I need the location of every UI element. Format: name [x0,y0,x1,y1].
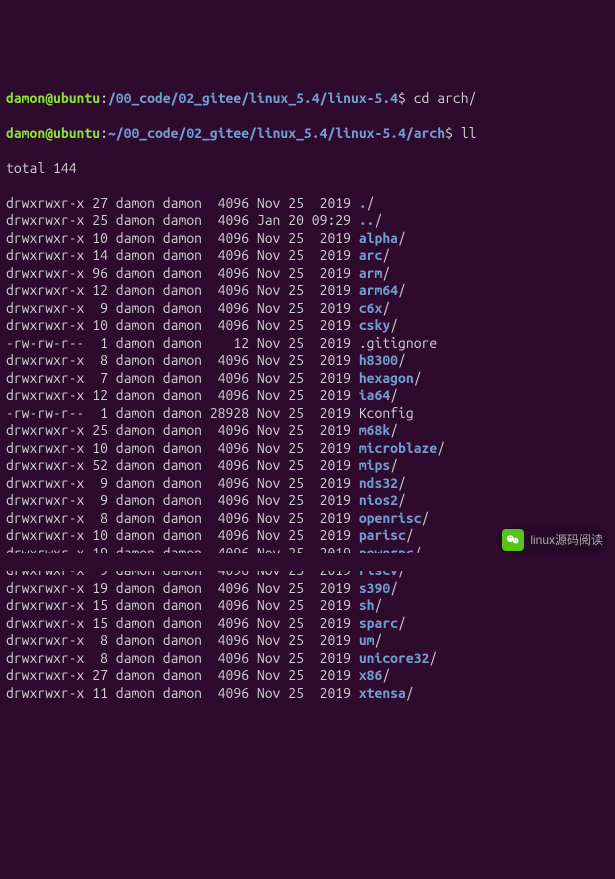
total-line: total 144 [6,160,609,178]
prompt-userhost: damon@ubuntu [6,90,100,106]
dir-name: arm64 [359,282,398,298]
dir-slash: / [398,230,406,246]
dir-name: arm [359,265,383,281]
dir-slash: / [382,667,390,683]
prompt-path-fragment: /00_code/02_gitee/linux_5.4/linux-5.4 [108,90,398,106]
list-item: drwxrwxr-x 10 damon damon 4096 Nov 25 20… [6,317,609,335]
list-item: drwxrwxr-x 7 damon damon 4096 Nov 25 201… [6,370,609,388]
prompt-path: ~/00_code/02_gitee/linux_5.4/linux-5.4/a… [108,125,445,141]
list-item: drwxrwxr-x 15 damon damon 4096 Nov 25 20… [6,615,609,633]
dir-name: unicore32 [359,650,430,666]
list-item: drwxrwxr-x 25 damon damon 4096 Jan 20 09… [6,212,609,230]
dir-slash: / [406,685,414,701]
dir-name: . [359,195,367,211]
dir-slash: / [390,387,398,403]
dir-slash: / [398,475,406,491]
dir-name: hexagon [359,370,414,386]
list-item: drwxrwxr-x 8 damon damon 4096 Nov 25 201… [6,650,609,668]
prompt-userhost: damon@ubuntu [6,125,100,141]
list-item: drwxrwxr-x 8 damon damon 4096 Nov 25 201… [6,510,609,528]
dir-slash: / [398,282,406,298]
dir-name: mips [359,457,390,473]
dir-name: arc [359,247,383,263]
dir-slash: / [398,615,406,631]
list-item: drwxrwxr-x 8 damon damon 4096 Nov 25 201… [6,632,609,650]
watermark: linux源码阅读 [498,527,607,553]
dir-name: um [359,632,375,648]
dir-name: openrisc [359,510,422,526]
command: ll [461,125,477,141]
dir-name: microblaze [359,440,437,456]
list-item: drwxrwxr-x 27 damon damon 4096 Nov 25 20… [6,667,609,685]
file-listing: drwxrwxr-x 27 damon damon 4096 Nov 25 20… [6,195,609,703]
dir-name: csky [359,317,390,333]
dir-name: .. [359,212,375,228]
dir-slash: / [375,212,383,228]
dir-slash: / [422,510,430,526]
list-item: -rw-rw-r-- 1 damon damon 28928 Nov 25 20… [6,405,609,423]
dir-slash: / [437,440,445,456]
dir-slash: / [375,597,383,613]
list-item: drwxrwxr-x 14 damon damon 4096 Nov 25 20… [6,247,609,265]
dir-name: ia64 [359,387,390,403]
dir-slash: / [398,352,406,368]
list-item: drwxrwxr-x 12 damon damon 4096 Nov 25 20… [6,387,609,405]
dir-name: h8300 [359,352,398,368]
list-item: drwxrwxr-x 10 damon damon 4096 Nov 25 20… [6,440,609,458]
list-item: drwxrwxr-x 9 damon damon 4096 Nov 25 201… [6,475,609,493]
list-item: drwxrwxr-x 96 damon damon 4096 Nov 25 20… [6,265,609,283]
bottom-cutoff [0,553,615,571]
list-item: drwxrwxr-x 12 damon damon 4096 Nov 25 20… [6,282,609,300]
list-item: drwxrwxr-x 19 damon damon 4096 Nov 25 20… [6,580,609,598]
list-item: drwxrwxr-x 11 damon damon 4096 Nov 25 20… [6,685,609,703]
watermark-text: linux源码阅读 [530,533,603,548]
dir-slash: / [414,370,422,386]
terminal[interactable]: damon@ubuntu:/00_code/02_gitee/linux_5.4… [0,70,615,722]
dir-name: nios2 [359,492,398,508]
dir-slash: / [406,527,414,543]
dir-slash: / [382,247,390,263]
list-item: drwxrwxr-x 27 damon damon 4096 Nov 25 20… [6,195,609,213]
prev-command: cd arch/ [414,90,477,106]
list-item: drwxrwxr-x 9 damon damon 4096 Nov 25 201… [6,492,609,510]
dir-slash: / [382,300,390,316]
dir-name: xtensa [359,685,406,701]
dir-name: s390 [359,580,390,596]
list-item: drwxrwxr-x 9 damon damon 4096 Nov 25 201… [6,300,609,318]
file-name: Kconfig [359,405,414,421]
wechat-icon [502,529,524,551]
dir-name: alpha [359,230,398,246]
list-item: drwxrwxr-x 15 damon damon 4096 Nov 25 20… [6,597,609,615]
dir-slash: / [367,195,375,211]
list-item: drwxrwxr-x 8 damon damon 4096 Nov 25 201… [6,352,609,370]
dir-name: nds32 [359,475,398,491]
dir-slash: / [429,650,437,666]
dir-name: parisc [359,527,406,543]
prompt-line: damon@ubuntu:~/00_code/02_gitee/linux_5.… [6,125,609,143]
dir-slash: / [382,265,390,281]
dir-slash: / [390,317,398,333]
list-item: drwxrwxr-x 52 damon damon 4096 Nov 25 20… [6,457,609,475]
list-item: drwxrwxr-x 10 damon damon 4096 Nov 25 20… [6,230,609,248]
list-item: -rw-rw-r-- 1 damon damon 12 Nov 25 2019 … [6,335,609,353]
dir-slash: / [375,632,383,648]
prompt-prev-line: damon@ubuntu:/00_code/02_gitee/linux_5.4… [6,90,609,108]
dir-name: x86 [359,667,383,683]
list-item: drwxrwxr-x 25 damon damon 4096 Nov 25 20… [6,422,609,440]
dir-name: sparc [359,615,398,631]
dir-slash: / [390,457,398,473]
dir-slash: / [390,422,398,438]
dir-slash: / [398,492,406,508]
dir-slash: / [390,580,398,596]
dir-name: m68k [359,422,390,438]
file-name: .gitignore [359,335,437,351]
dir-name: sh [359,597,375,613]
dir-name: c6x [359,300,383,316]
